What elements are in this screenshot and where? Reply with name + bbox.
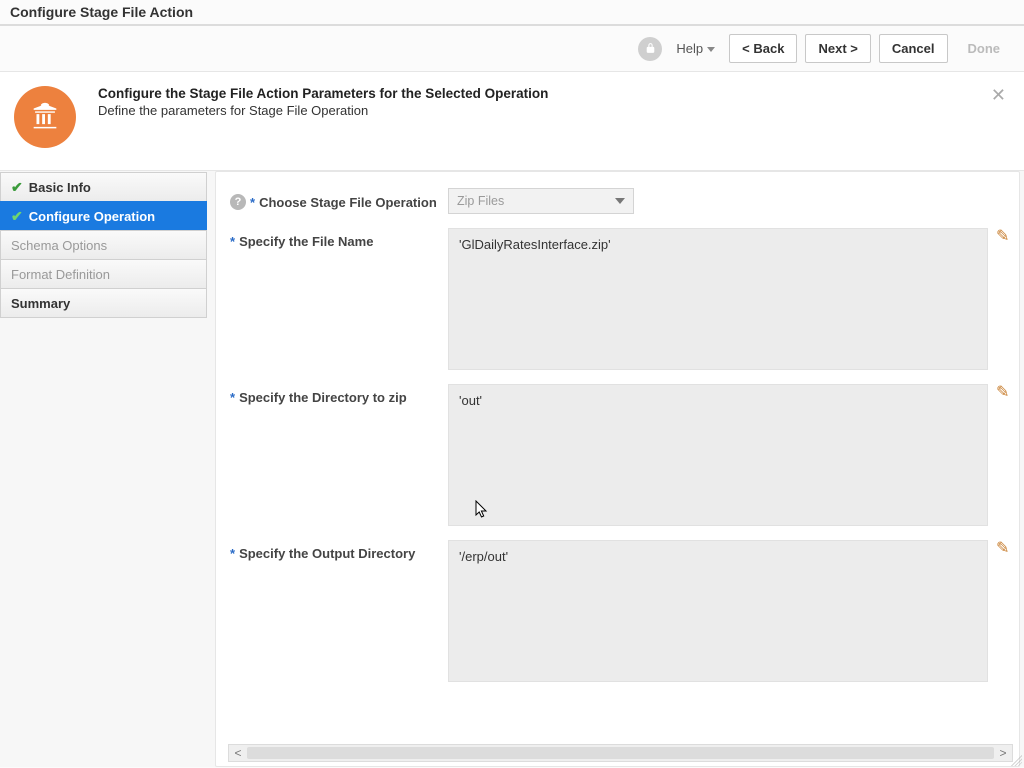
page-header: Configure the Stage File Action Paramete…	[0, 72, 1024, 171]
scroll-left-icon[interactable]: <	[229, 746, 247, 760]
dir-to-zip-value: 'out'	[448, 384, 988, 526]
help-menu[interactable]: Help	[670, 41, 721, 56]
window-title: Configure Stage File Action	[0, 0, 1024, 26]
dialog-toolbar: Help < Back Next > Cancel Done	[0, 26, 1024, 72]
required-icon: *	[230, 546, 235, 561]
step-basic-info[interactable]: ✔ Basic Info	[0, 172, 207, 202]
file-name-value: 'GlDailyRatesInterface.zip'	[448, 228, 988, 370]
operation-select[interactable]: Zip Files	[448, 188, 634, 214]
chevron-down-icon	[707, 47, 715, 52]
step-schema-options[interactable]: Schema Options	[0, 230, 207, 260]
dir-to-zip-label: Specify the Directory to zip	[239, 390, 407, 405]
lock-icon	[638, 37, 662, 61]
edit-icon[interactable]: ✎	[996, 226, 1009, 246]
file-name-label: Specify the File Name	[239, 234, 373, 249]
page-subtitle: Define the parameters for Stage File Ope…	[98, 103, 548, 118]
step-label: Basic Info	[29, 180, 91, 195]
page-title: Configure the Stage File Action Paramete…	[98, 86, 548, 101]
operation-value: Zip Files	[457, 194, 504, 208]
step-label: Configure Operation	[29, 209, 155, 224]
output-dir-value: '/erp/out'	[448, 540, 988, 682]
done-button: Done	[956, 35, 1013, 62]
row-output-dir: * Specify the Output Directory '/erp/out…	[230, 540, 1005, 682]
horizontal-scrollbar[interactable]: < >	[228, 744, 1013, 762]
row-file-name: * Specify the File Name 'GlDailyRatesInt…	[230, 228, 1005, 370]
required-icon: *	[250, 195, 255, 210]
required-icon: *	[230, 390, 235, 405]
step-configure-operation[interactable]: ✔ Configure Operation	[0, 201, 207, 231]
next-button[interactable]: Next >	[805, 34, 870, 63]
scroll-track[interactable]	[247, 747, 994, 759]
required-icon: *	[230, 234, 235, 249]
close-icon[interactable]: ✕	[991, 86, 1006, 104]
edit-icon[interactable]: ✎	[996, 538, 1009, 558]
step-label: Format Definition	[11, 267, 110, 282]
step-summary[interactable]: Summary	[0, 288, 207, 318]
help-label: Help	[676, 41, 703, 56]
config-panel: ? * Choose Stage File Operation Zip File…	[215, 171, 1020, 767]
row-operation: ? * Choose Stage File Operation Zip File…	[230, 188, 1005, 214]
check-icon: ✔	[11, 209, 23, 223]
operation-label: Choose Stage File Operation	[259, 195, 437, 210]
cancel-button[interactable]: Cancel	[879, 34, 948, 63]
row-dir-to-zip: * Specify the Directory to zip 'out' ✎	[230, 384, 1005, 526]
wizard-steps: ✔ Basic Info ✔ Configure Operation Schem…	[0, 171, 207, 767]
help-icon[interactable]: ?	[230, 194, 246, 210]
step-label: Schema Options	[11, 238, 107, 253]
back-button[interactable]: < Back	[729, 34, 797, 63]
wizard-body: ✔ Basic Info ✔ Configure Operation Schem…	[0, 171, 1024, 767]
output-dir-label: Specify the Output Directory	[239, 546, 415, 561]
step-label: Summary	[11, 296, 70, 311]
edit-icon[interactable]: ✎	[996, 382, 1009, 402]
check-icon: ✔	[11, 180, 23, 194]
wizard-icon	[14, 86, 76, 148]
chevron-down-icon	[615, 198, 625, 204]
step-format-definition[interactable]: Format Definition	[0, 259, 207, 289]
resize-grip-icon[interactable]	[1008, 752, 1022, 766]
